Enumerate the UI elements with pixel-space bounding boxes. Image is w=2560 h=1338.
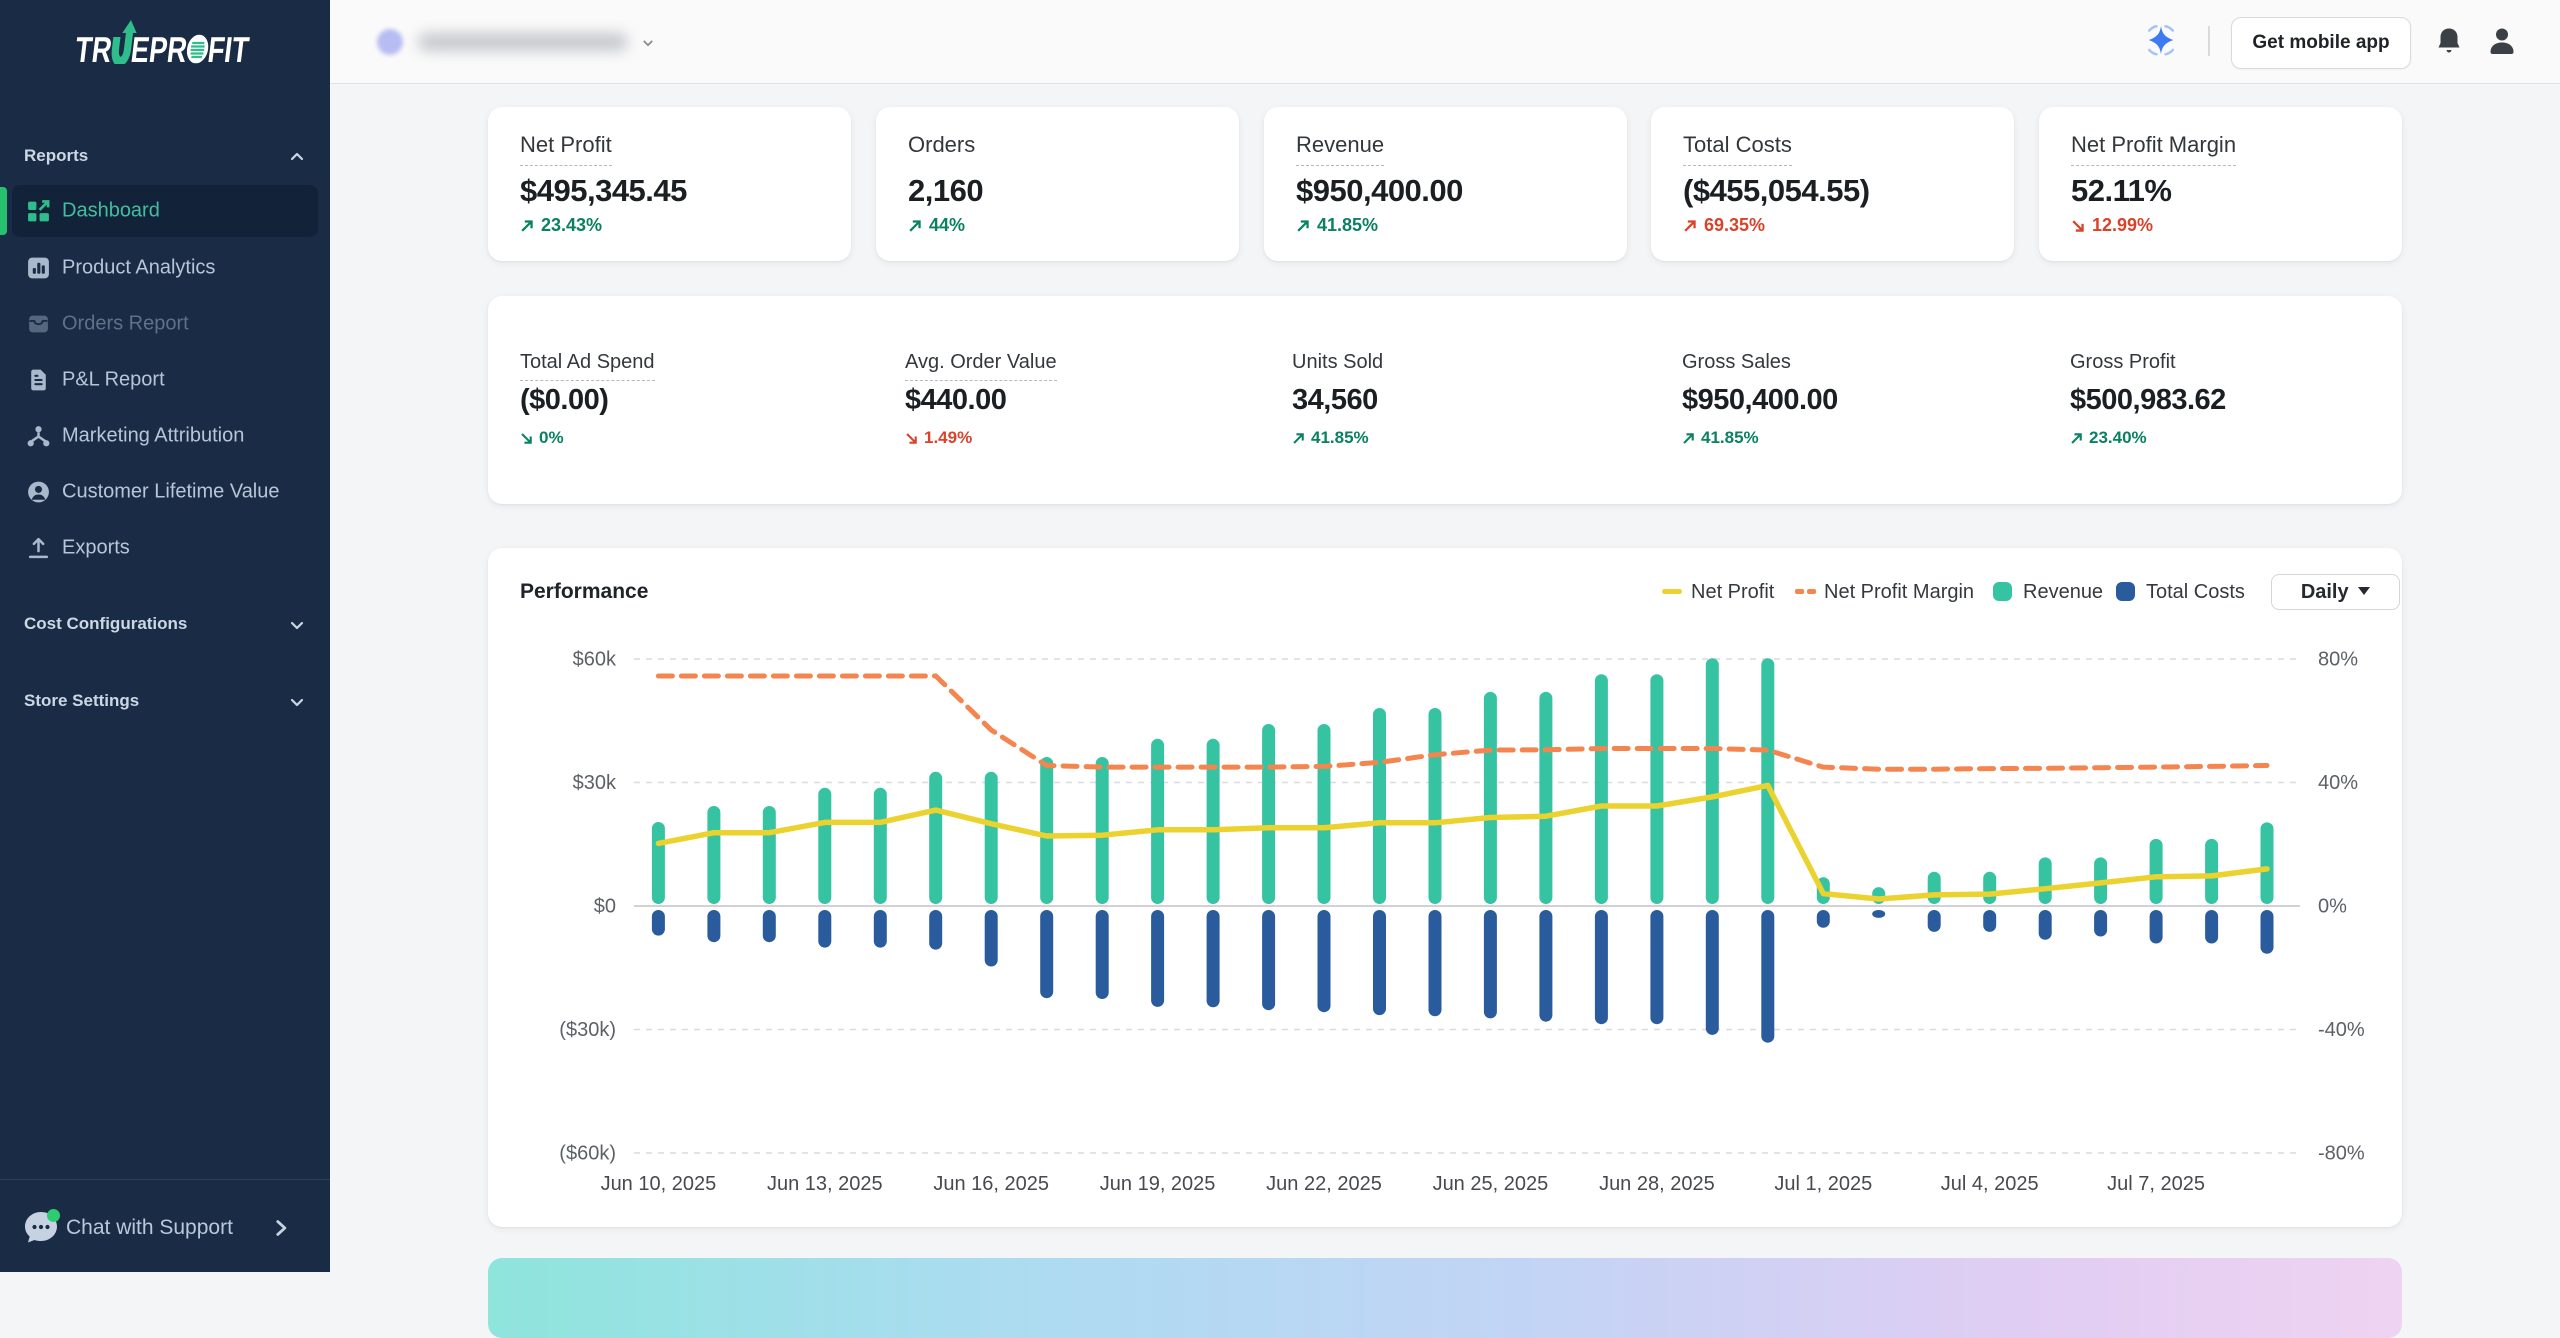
- svg-text:Jul 4, 2025: Jul 4, 2025: [1941, 1173, 2039, 1195]
- svg-text:EPR: EPR: [129, 29, 190, 64]
- svg-text:$0: $0: [594, 896, 616, 918]
- svg-text:$30k: $30k: [573, 772, 617, 794]
- svg-text:Jun 25, 2025: Jun 25, 2025: [1433, 1173, 1549, 1195]
- svg-text:Jul 7, 2025: Jul 7, 2025: [2107, 1173, 2205, 1195]
- svg-text:$60k: $60k: [573, 649, 617, 671]
- svg-text:Jun 19, 2025: Jun 19, 2025: [1100, 1173, 1216, 1195]
- svg-text:($60k): ($60k): [559, 1143, 616, 1165]
- svg-text:40%: 40%: [2318, 772, 2358, 794]
- svg-text:0%: 0%: [2318, 896, 2347, 918]
- svg-text:80%: 80%: [2318, 649, 2358, 671]
- svg-text:Jun 13, 2025: Jun 13, 2025: [767, 1173, 883, 1195]
- svg-text:Jul 1, 2025: Jul 1, 2025: [1774, 1173, 1872, 1195]
- svg-text:Jun 16, 2025: Jun 16, 2025: [933, 1173, 1049, 1195]
- svg-text:FIT: FIT: [206, 29, 252, 64]
- svg-text:Jun 28, 2025: Jun 28, 2025: [1599, 1173, 1715, 1195]
- svg-text:-40%: -40%: [2318, 1019, 2365, 1041]
- svg-text:-80%: -80%: [2318, 1143, 2365, 1165]
- svg-text:Jun 10, 2025: Jun 10, 2025: [601, 1173, 717, 1195]
- svg-text:Jun 22, 2025: Jun 22, 2025: [1266, 1173, 1382, 1195]
- svg-text:($30k): ($30k): [559, 1019, 616, 1041]
- svg-text:TR: TR: [73, 29, 114, 64]
